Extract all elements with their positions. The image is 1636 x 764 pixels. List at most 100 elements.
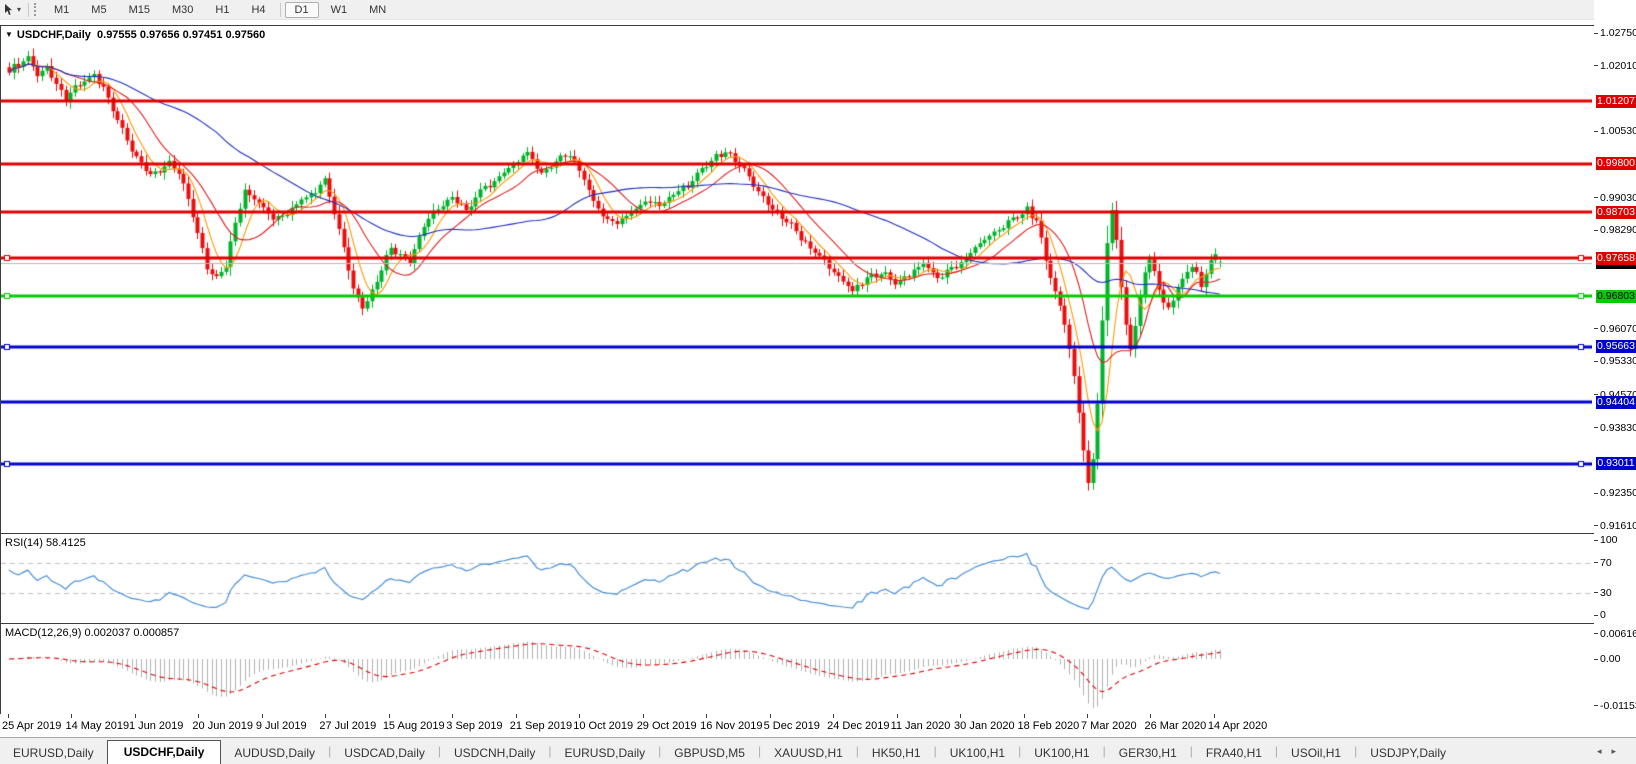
timeframe-button-h4[interactable]: H4 <box>241 2 275 18</box>
chart-tab-uk100-h1[interactable]: UK100,H1 <box>1021 742 1102 764</box>
level-price-label: 0.95663 <box>1596 340 1636 354</box>
date-tick <box>388 714 390 718</box>
level-price-label: 0.97658 <box>1596 251 1636 265</box>
timeframe-button-h1[interactable]: H1 <box>205 2 239 18</box>
axis-tick <box>1594 492 1598 494</box>
chart-tab-usoil-h1[interactable]: USOil,H1 <box>1278 742 1354 764</box>
axis-tick <box>1594 614 1598 616</box>
date-label: 15 Aug 2019 <box>382 720 445 732</box>
chart-tab-eurusd-daily[interactable]: EURUSD,Daily <box>551 742 658 764</box>
cursor-tool-button[interactable]: ▾ <box>0 0 25 19</box>
axis-tick <box>1594 32 1598 34</box>
main-chart-panel[interactable]: ▼ USDCHF,Daily 0.97555 0.97656 0.97451 0.… <box>0 25 1595 534</box>
axis-tick-label: 0.92350 <box>1600 487 1636 500</box>
date-label: 24 Dec 2019 <box>827 720 890 732</box>
macd-indicator-panel[interactable]: MACD(12,26,9) 0.002037 0.000857 <box>0 623 1595 715</box>
date-tick <box>960 714 962 718</box>
chart-tab-hk50-h1[interactable]: HK50,H1 <box>859 742 934 764</box>
chart-tab-gbpusd-m5[interactable]: GBPUSD,M5 <box>661 742 758 764</box>
date-label: 25 Apr 2019 <box>2 720 62 732</box>
chart-symbol-label: USDCHF,Daily <box>16 29 91 41</box>
chart-tab-usdcnh-daily[interactable]: USDCNH,Daily <box>441 742 548 764</box>
date-label: 11 Jan 2020 <box>890 720 951 732</box>
date-label: 18 Feb 2020 <box>1017 720 1080 732</box>
timeframe-button-m30[interactable]: M30 <box>162 2 203 18</box>
date-label: 3 Sep 2019 <box>446 720 503 732</box>
axis-tick <box>1594 328 1598 330</box>
tab-scroll-right-icon[interactable]: ▸ <box>1611 746 1626 756</box>
date-label: 29 Oct 2019 <box>636 720 697 732</box>
date-tick <box>71 714 73 718</box>
toolbar-grip-handle[interactable] <box>34 3 39 16</box>
cursor-icon <box>5 3 12 15</box>
date-tick <box>833 714 835 718</box>
level-price-label: 0.93011 <box>1596 457 1636 471</box>
date-label: 10 Oct 2019 <box>573 720 634 732</box>
trading-app-window: ▾ M1 M5 M15 M30 H1 H4 D1 W1 MN ▼ USDCHF,Daily 0.9… <box>0 0 1636 764</box>
candlestick-chart-canvas[interactable] <box>1 26 1592 531</box>
collapse-triangle-icon[interactable]: ▼ <box>5 30 13 39</box>
tab-scroll-left-icon[interactable]: ◂ <box>1597 746 1612 756</box>
chart-tab-usdchf-daily[interactable]: USDCHF,Daily <box>106 740 222 764</box>
axis-tick-label: 0.95330 <box>1600 355 1636 368</box>
timeframe-button-w1[interactable]: W1 <box>321 2 358 18</box>
date-tick <box>1213 714 1215 718</box>
macd-label: MACD(12,26,9) 0.002037 0.000857 <box>5 627 180 639</box>
chevron-down-icon: ▾ <box>17 5 22 14</box>
rsi-label: RSI(14) 58.4125 <box>5 537 86 549</box>
chart-title: ▼ USDCHF,Daily 0.97555 0.97656 0.97451 0.… <box>5 29 265 41</box>
date-axis[interactable]: 25 Apr 2019 14 May 2019 1 Jun 2019 20 Jun 2… <box>0 714 1594 737</box>
date-label: 20 Jun 2019 <box>192 720 253 732</box>
timeframe-button-m15[interactable]: M15 <box>119 2 160 18</box>
macd-chart-canvas[interactable] <box>1 624 1592 712</box>
axis-tick <box>1594 130 1598 132</box>
date-label: 14 Apr 2020 <box>1207 720 1268 732</box>
rsi-indicator-panel[interactable]: RSI(14) 58.4125 <box>0 533 1595 624</box>
chart-tab-audusd-daily[interactable]: AUDUSD,Daily <box>221 742 328 764</box>
date-tick <box>769 714 771 718</box>
date-label: 30 Jan 2020 <box>954 720 1015 732</box>
axis-tick-label: 0.99030 <box>1600 191 1636 204</box>
chart-tab-usdjpy-daily[interactable]: USDJPY,Daily <box>1357 742 1459 764</box>
axis-tick <box>1594 562 1598 563</box>
timeframe-button-d1[interactable]: D1 <box>284 1 319 18</box>
axis-tick <box>1594 65 1598 67</box>
date-label: 14 May 2019 <box>65 720 130 732</box>
toolbar-separator <box>279 2 281 17</box>
date-label: 7 Mar 2020 <box>1080 720 1137 732</box>
chart-tab-usdcad-daily[interactable]: USDCAD,Daily <box>331 742 438 764</box>
axis-tick <box>1594 229 1598 231</box>
timeframe-button-mn[interactable]: MN <box>359 2 396 18</box>
axis-tick <box>1594 705 1598 707</box>
axis-tick-label: 30 <box>1600 586 1612 599</box>
date-tick <box>1023 714 1025 718</box>
chart-tab-fra40-h1[interactable]: FRA40,H1 <box>1193 742 1275 764</box>
level-price-label: 0.94404 <box>1596 395 1636 409</box>
date-tick <box>134 714 136 718</box>
axis-tick-label: 0 <box>1600 609 1606 621</box>
date-label: 16 Nov 2019 <box>700 720 763 732</box>
toolbar-separator <box>28 2 30 17</box>
timeframe-buttons: M1 M5 M15 M30 H1 H4 D1 W1 MN <box>43 1 397 18</box>
price-axis[interactable]: 1.02750 1.02010 1.00530 0.99030 0.98290 0.960… <box>1594 0 1636 737</box>
axis-tick-label: -0.011533 <box>1600 699 1636 712</box>
axis-tick <box>1594 197 1598 199</box>
timeframe-button-m5[interactable]: M5 <box>81 2 116 18</box>
date-tick <box>1086 714 1088 718</box>
chart-tab-uk100-h1[interactable]: UK100,H1 <box>937 742 1018 764</box>
axis-tick-label: 0.91610 <box>1600 519 1636 532</box>
axis-tick-label: 0.006167 <box>1600 627 1636 640</box>
axis-tick <box>1594 427 1598 429</box>
timeframe-button-m1[interactable]: M1 <box>44 2 79 18</box>
rsi-chart-canvas[interactable] <box>1 534 1592 621</box>
date-tick <box>261 714 263 718</box>
date-tick <box>198 714 200 718</box>
chart-tab-ger30-h1[interactable]: GER30,H1 <box>1106 742 1190 764</box>
date-tick <box>642 714 644 718</box>
axis-tick <box>1594 633 1598 635</box>
axis-tick <box>1594 592 1598 593</box>
date-tick <box>706 714 708 718</box>
chart-tab-eurusd-daily[interactable]: EURUSD,Daily <box>0 742 107 764</box>
timeframe-toolbar: ▾ M1 M5 M15 M30 H1 H4 D1 W1 MN <box>0 0 1636 20</box>
chart-tab-xauusd-h1[interactable]: XAUUSD,H1 <box>761 742 856 764</box>
